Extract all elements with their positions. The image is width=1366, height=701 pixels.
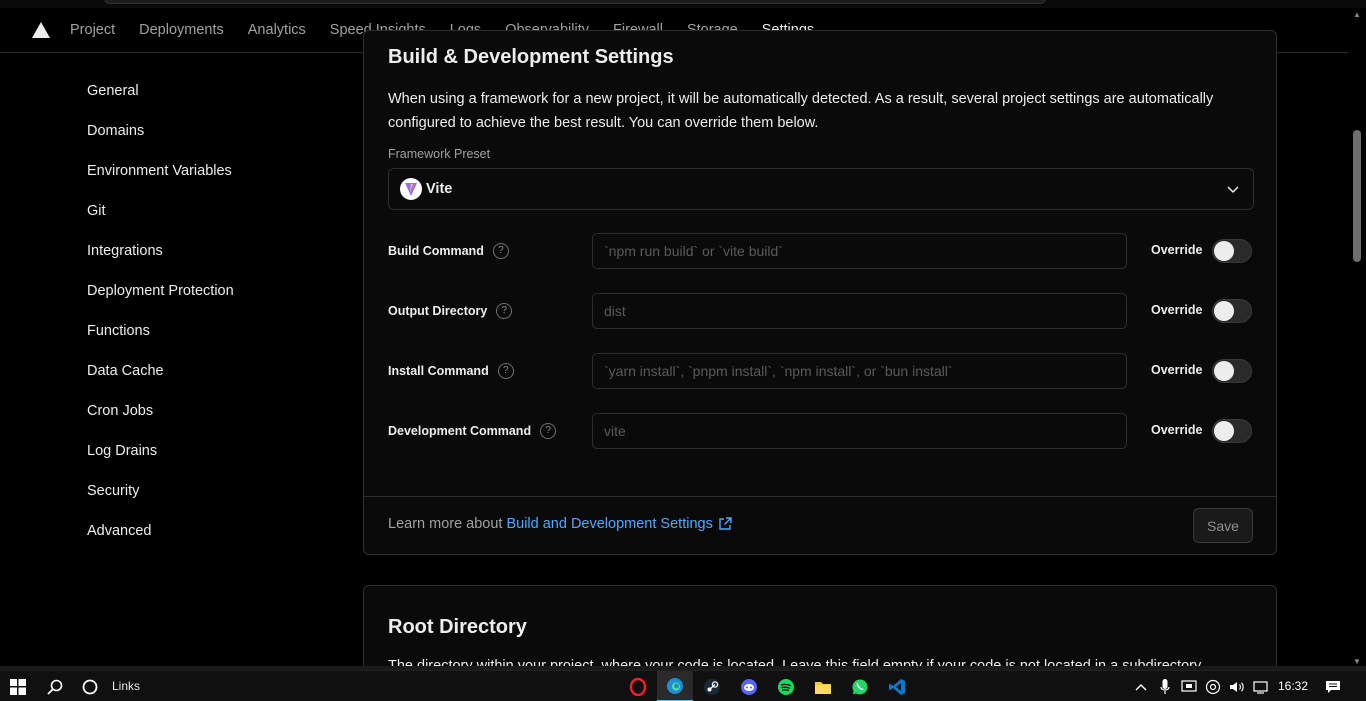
vite-icon bbox=[400, 178, 422, 200]
build-command-row: Build Command? Override bbox=[388, 233, 1254, 269]
scrollbar-thumb[interactable] bbox=[1353, 130, 1361, 262]
card-footer: Learn more about Build and Development S… bbox=[364, 496, 1276, 554]
cortana-icon[interactable] bbox=[80, 671, 100, 701]
taskbar-clock[interactable]: 16:32 bbox=[1278, 679, 1308, 693]
build-command-override-toggle[interactable] bbox=[1212, 239, 1252, 263]
override-label: Override bbox=[1151, 423, 1203, 437]
build-settings-card: Build & Development Settings When using … bbox=[363, 30, 1277, 555]
settings-sidebar: General Domains Environment Variables Gi… bbox=[87, 78, 327, 558]
opera-icon[interactable] bbox=[620, 671, 656, 701]
framework-preset-select[interactable]: Vite bbox=[388, 168, 1254, 210]
save-button[interactable]: Save bbox=[1193, 508, 1253, 543]
build-command-input[interactable] bbox=[592, 233, 1127, 269]
security-center-icon[interactable] bbox=[1204, 671, 1222, 701]
development-command-override-toggle[interactable] bbox=[1212, 419, 1252, 443]
chevron-down-icon bbox=[1225, 181, 1241, 202]
development-command-row: Development Command? Override bbox=[388, 413, 1254, 449]
card-description: When using a framework for a new project… bbox=[388, 91, 1214, 131]
steam-icon[interactable] bbox=[694, 671, 730, 701]
help-icon[interactable]: ? bbox=[497, 363, 514, 379]
development-command-label: Development Command? bbox=[388, 423, 557, 439]
sidebar-item-integrations[interactable]: Integrations bbox=[87, 238, 327, 278]
override-label: Override bbox=[1151, 243, 1203, 257]
build-command-label: Build Command? bbox=[388, 243, 509, 259]
vercel-logo-icon[interactable] bbox=[30, 19, 52, 41]
learn-more-text: Learn more about Build and Development S… bbox=[388, 516, 732, 532]
vscode-icon[interactable] bbox=[879, 671, 915, 701]
card-title: Build & Development Settings bbox=[388, 46, 674, 68]
install-command-override-toggle[interactable] bbox=[1212, 359, 1252, 383]
sidebar-item-deployment-protection[interactable]: Deployment Protection bbox=[87, 278, 327, 318]
address-bar[interactable] bbox=[104, 0, 1046, 4]
root-directory-title: Root Directory bbox=[388, 616, 527, 638]
microphone-icon[interactable] bbox=[1157, 671, 1173, 701]
scroll-down-icon[interactable]: ▼ bbox=[1353, 657, 1361, 666]
build-settings-docs-link[interactable]: Build and Development Settings bbox=[506, 516, 712, 532]
volume-icon[interactable] bbox=[1228, 671, 1246, 701]
development-command-input[interactable] bbox=[592, 413, 1127, 449]
help-icon[interactable]: ? bbox=[540, 423, 557, 439]
spotify-icon[interactable] bbox=[768, 671, 804, 701]
sidebar-item-cron-jobs[interactable]: Cron Jobs bbox=[87, 398, 327, 438]
sidebar-item-environment-variables[interactable]: Environment Variables bbox=[87, 158, 327, 198]
tray-overflow-chevron-icon[interactable] bbox=[1132, 671, 1150, 701]
sidebar-item-domains[interactable]: Domains bbox=[87, 118, 327, 158]
install-command-input[interactable] bbox=[592, 353, 1127, 389]
sidebar-item-security[interactable]: Security bbox=[87, 478, 327, 518]
windows-taskbar: Links 16:32 bbox=[0, 670, 1366, 701]
install-command-label: Install Command? bbox=[388, 363, 514, 379]
help-icon[interactable]: ? bbox=[492, 243, 509, 259]
discord-icon[interactable] bbox=[731, 671, 767, 701]
tab-project[interactable]: Project bbox=[58, 8, 127, 53]
file-explorer-icon[interactable] bbox=[805, 671, 841, 701]
install-command-row: Install Command? Override bbox=[388, 353, 1254, 389]
whatsapp-icon[interactable] bbox=[842, 671, 878, 701]
output-directory-label: Output Directory? bbox=[388, 303, 513, 319]
output-directory-input[interactable] bbox=[592, 293, 1127, 329]
windows-start-icon[interactable] bbox=[6, 671, 30, 701]
sidebar-item-log-drains[interactable]: Log Drains bbox=[87, 438, 327, 478]
help-icon[interactable]: ? bbox=[496, 303, 513, 319]
scroll-up-icon[interactable]: ▲ bbox=[1353, 10, 1361, 19]
taskbar-search-label[interactable]: Links bbox=[112, 679, 140, 693]
search-icon[interactable] bbox=[44, 671, 66, 701]
override-label: Override bbox=[1151, 363, 1203, 377]
tab-deployments[interactable]: Deployments bbox=[127, 8, 236, 53]
output-directory-row: Output Directory? Override bbox=[388, 293, 1254, 329]
external-link-icon[interactable] bbox=[718, 517, 732, 531]
override-label: Override bbox=[1151, 303, 1203, 317]
notifications-icon[interactable] bbox=[1322, 671, 1344, 701]
sidebar-item-general[interactable]: General bbox=[87, 78, 327, 118]
sidebar-item-data-cache[interactable]: Data Cache bbox=[87, 358, 327, 398]
page-scrollbar[interactable]: ▲ ▼ bbox=[1348, 8, 1366, 668]
edge-icon[interactable] bbox=[657, 671, 693, 701]
network-icon[interactable] bbox=[1252, 671, 1272, 701]
framework-preset-label: Framework Preset bbox=[388, 147, 491, 161]
sidebar-item-functions[interactable]: Functions bbox=[87, 318, 327, 358]
sidebar-item-advanced[interactable]: Advanced bbox=[87, 518, 327, 558]
framework-preset-value: Vite bbox=[426, 181, 453, 197]
display-icon[interactable] bbox=[1180, 671, 1198, 701]
tab-analytics[interactable]: Analytics bbox=[236, 8, 318, 53]
sidebar-item-git[interactable]: Git bbox=[87, 198, 327, 238]
output-directory-override-toggle[interactable] bbox=[1212, 299, 1252, 323]
